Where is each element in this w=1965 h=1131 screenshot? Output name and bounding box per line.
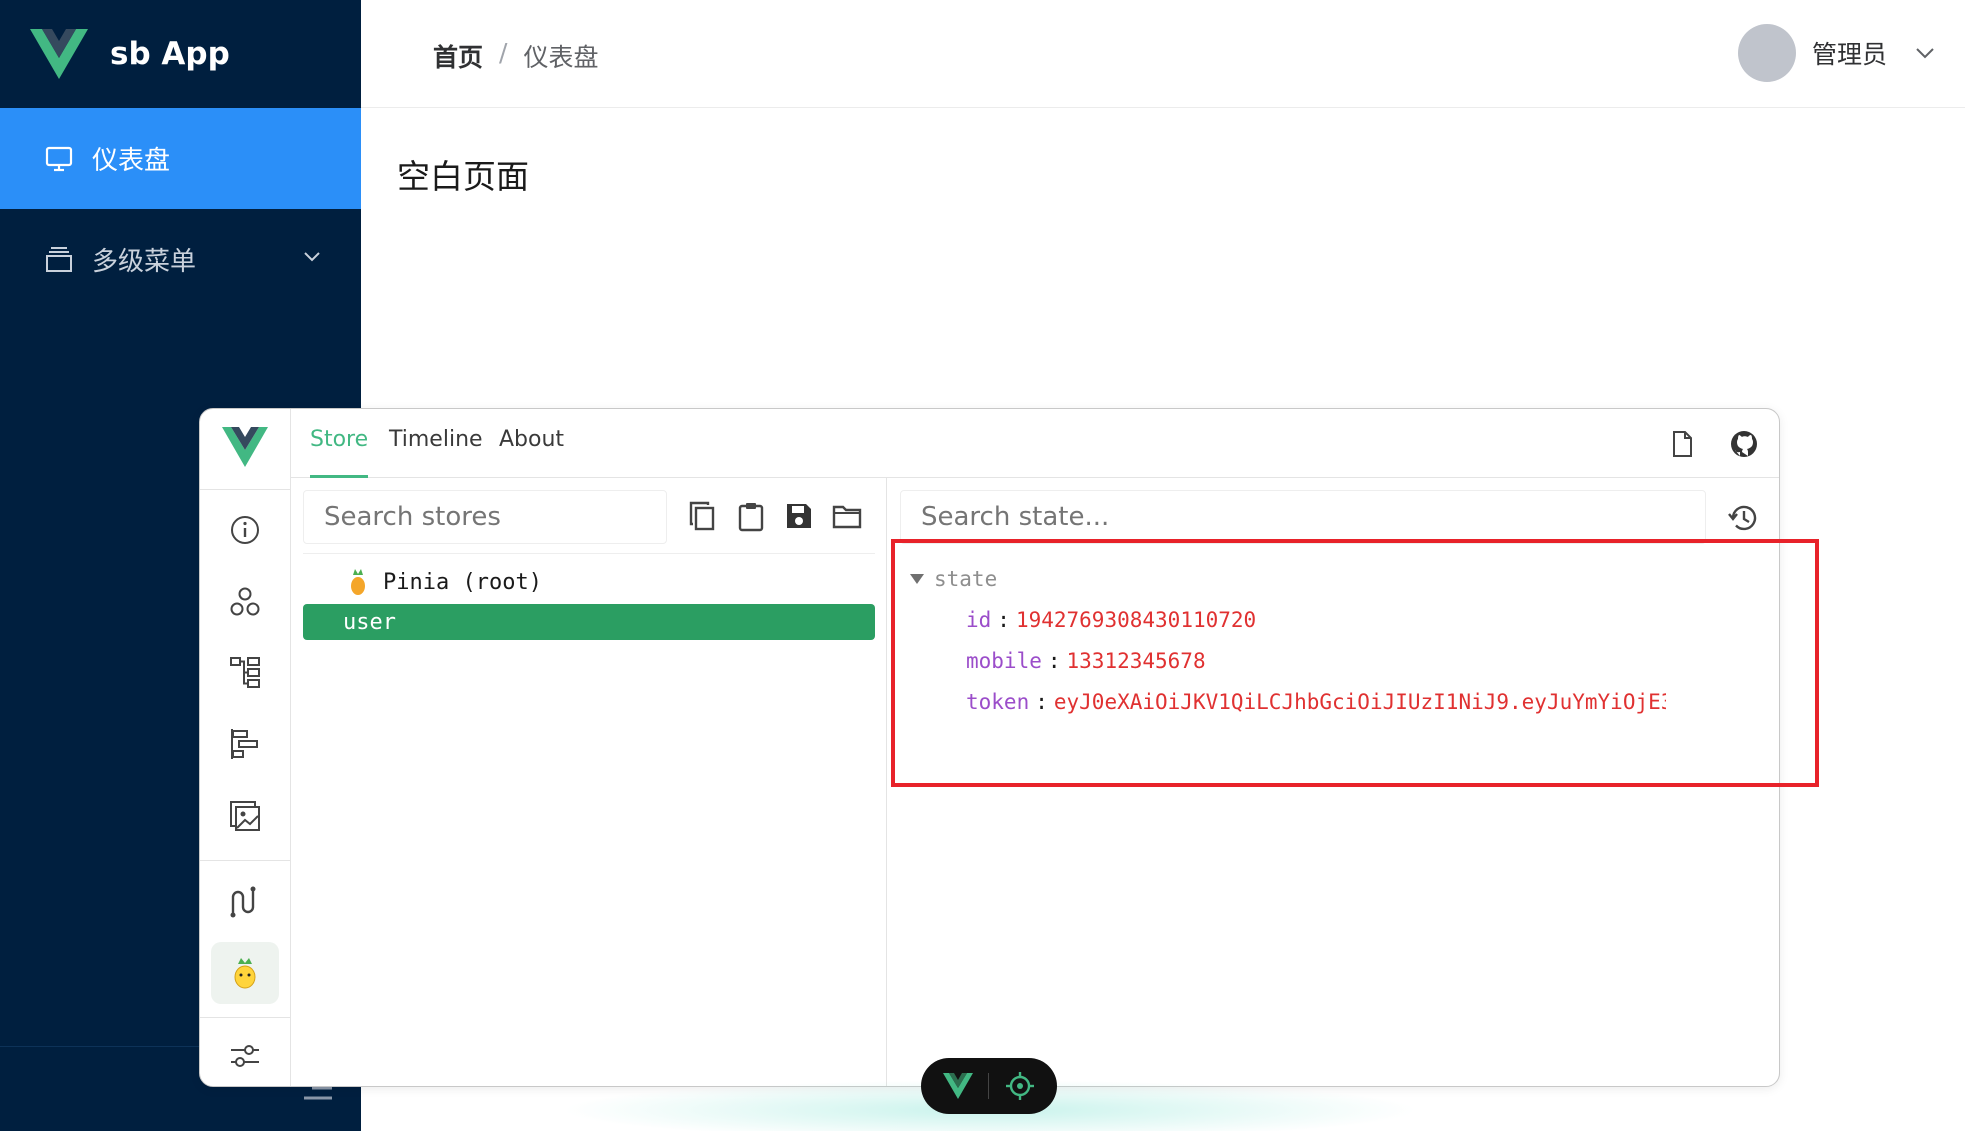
save-icon[interactable] (783, 500, 815, 532)
chevron-down-icon[interactable] (1913, 41, 1937, 65)
devtools-rail (200, 409, 291, 1086)
breadcrumb: 首页 / 仪表盘 (433, 38, 598, 74)
sidebar-logo-row[interactable]: sb App (0, 0, 361, 108)
sidebar-item-label: 多级菜单 (92, 247, 197, 277)
inspect-target-icon[interactable] (1005, 1071, 1035, 1101)
store-item-user[interactable]: user (303, 604, 875, 640)
breadcrumb-home[interactable]: 首页 (433, 38, 483, 74)
tree-icon[interactable] (228, 655, 262, 689)
assets-icon[interactable] (228, 799, 262, 833)
tab-about[interactable]: About (499, 427, 564, 452)
pinia-icon[interactable] (228, 956, 262, 990)
devtools-floating-toggle[interactable] (921, 1058, 1057, 1114)
tab-store[interactable]: Store (310, 427, 368, 452)
state-search-input[interactable] (900, 490, 1706, 544)
sidebar-item-multilevel-menu[interactable]: 多级菜单 (0, 209, 361, 310)
floating-bar-separator (988, 1073, 990, 1099)
stores-pane: Pinia (root) user (291, 478, 887, 1086)
top-header: 首页 / 仪表盘 管理员 (361, 0, 1965, 108)
layers-icon (44, 245, 74, 275)
components-icon[interactable] (228, 585, 262, 619)
chevron-down-icon (304, 252, 320, 262)
page-title: 空白页面 (397, 157, 529, 196)
monitor-icon (44, 144, 74, 174)
stores-divider (303, 553, 875, 554)
sidebar-item-label: 仪表盘 (92, 146, 171, 176)
history-icon[interactable] (1727, 502, 1759, 534)
avatar[interactable] (1737, 24, 1796, 82)
user-dropdown[interactable]: 管理员 (1737, 24, 1937, 82)
rail-divider (200, 489, 291, 490)
breadcrumb-separator: / (499, 38, 508, 67)
document-icon[interactable] (1667, 429, 1697, 459)
clipboard-icon[interactable] (735, 500, 767, 532)
store-search-input[interactable] (303, 490, 667, 544)
app-title: sb App (110, 36, 230, 72)
info-icon[interactable] (228, 513, 262, 547)
devtools-tabs: Store Timeline About (291, 409, 1779, 478)
vue-logo-icon (30, 29, 88, 79)
store-label: user (343, 609, 396, 635)
copy-icon[interactable] (687, 500, 719, 532)
settings-sliders-icon[interactable] (228, 1039, 262, 1073)
store-label: Pinia (root) (383, 569, 542, 595)
rail-divider (200, 860, 291, 861)
rail-divider (200, 1017, 291, 1018)
router-icon[interactable] (228, 885, 262, 919)
annotation-highlight-box (891, 539, 1819, 787)
vue-logo-icon[interactable] (942, 1073, 973, 1099)
tab-timeline[interactable]: Timeline (389, 427, 483, 452)
user-name[interactable]: 管理员 (1812, 35, 1887, 71)
app-root: sb App 仪表盘 多级菜单 首页 / 仪表盘 管理员 空白页面 Store … (0, 0, 1965, 1131)
vue-logo-icon[interactable] (222, 427, 268, 467)
pinia-icon (351, 569, 365, 595)
timeline-bars-icon[interactable] (228, 727, 262, 761)
breadcrumb-current: 仪表盘 (523, 43, 599, 72)
store-item-root[interactable]: Pinia (root) (303, 564, 875, 600)
sidebar-item-dashboard[interactable]: 仪表盘 (0, 108, 361, 209)
folder-icon[interactable] (831, 500, 863, 532)
github-icon[interactable] (1729, 429, 1759, 459)
